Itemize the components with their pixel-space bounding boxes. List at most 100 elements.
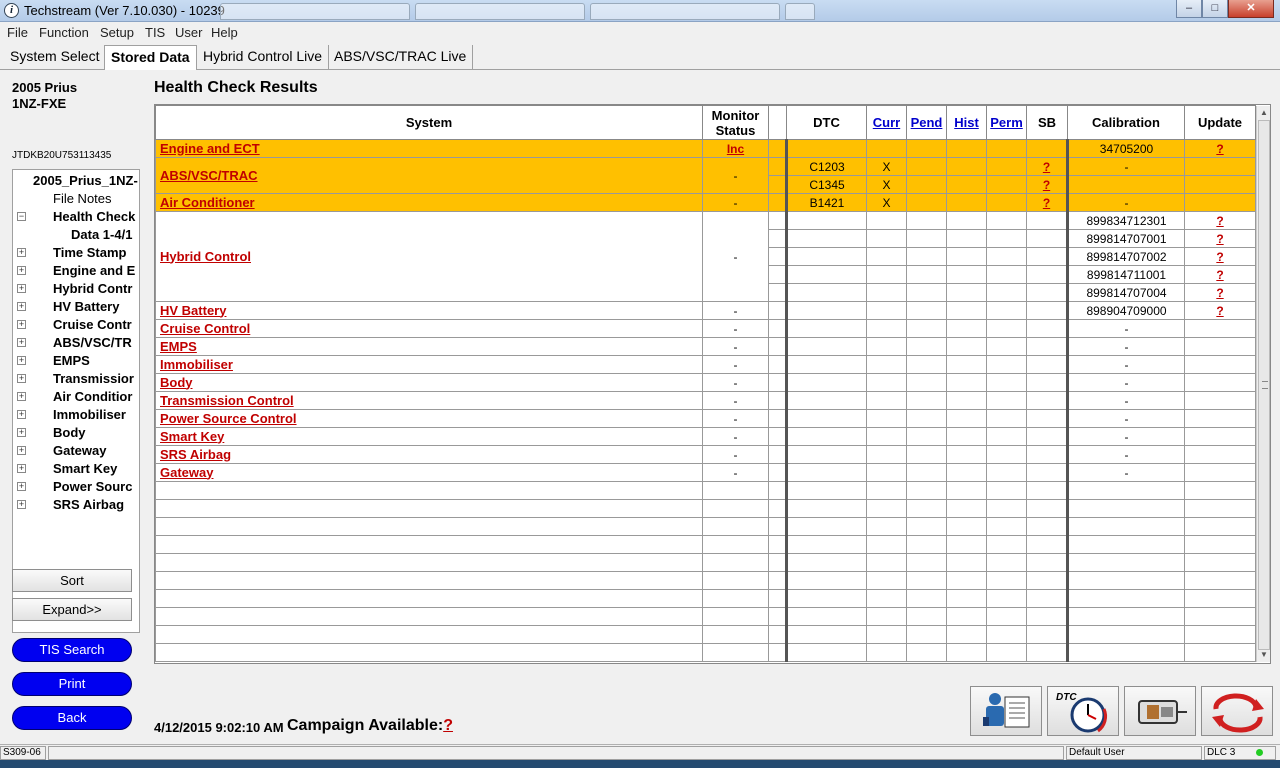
system-name-link[interactable]: ABS/VSC/TRAC: [155, 157, 703, 194]
engine-sensor-button[interactable]: [1124, 686, 1196, 736]
collapse-minus-icon[interactable]: −: [17, 212, 26, 221]
tree-item[interactable]: SRS Airbag: [53, 496, 124, 514]
expand-plus-icon[interactable]: +: [17, 500, 26, 509]
update-link[interactable]: ?: [1216, 250, 1223, 264]
expand-plus-icon[interactable]: +: [17, 284, 26, 293]
monitor-status-link[interactable]: Inc: [727, 142, 744, 156]
update-link[interactable]: ?: [1216, 214, 1223, 228]
system-name-link[interactable]: SRS Airbag: [155, 445, 703, 464]
tree-item[interactable]: Health Check: [53, 208, 135, 226]
expand-plus-icon[interactable]: +: [17, 392, 26, 401]
sb-cell: ?: [1026, 193, 1068, 212]
technician-report-button[interactable]: [970, 686, 1042, 736]
scroll-up-icon[interactable]: ▲: [1258, 106, 1270, 120]
tree-item[interactable]: File Notes: [53, 190, 112, 208]
tab-abs-vsc-trac-live[interactable]: ABS/VSC/TRAC Live: [328, 45, 474, 69]
tree-item[interactable]: Data 1-4/1: [71, 226, 132, 244]
close-button[interactable]: ✕: [1228, 0, 1274, 18]
back-button[interactable]: Back: [12, 706, 132, 730]
menu-function[interactable]: Function: [39, 25, 89, 40]
expand-plus-icon[interactable]: +: [17, 356, 26, 365]
expand-plus-icon[interactable]: +: [17, 338, 26, 347]
stored-data-tree[interactable]: 2005_Prius_1NZ- File Notes Health Check − Da…: [12, 169, 140, 633]
expand-plus-icon[interactable]: +: [17, 248, 26, 257]
menu-help[interactable]: Help: [211, 25, 238, 40]
empty-cell: [1066, 625, 1185, 644]
tree-item[interactable]: HV Battery: [53, 298, 119, 316]
tree-item[interactable]: Body: [53, 424, 86, 442]
expand-plus-icon[interactable]: +: [17, 482, 26, 491]
menu-tis[interactable]: TIS: [145, 25, 165, 40]
tree-item[interactable]: EMPS: [53, 352, 90, 370]
tree-item[interactable]: 2005_Prius_1NZ-: [33, 172, 138, 190]
system-name-link[interactable]: EMPS: [155, 337, 703, 356]
header-pend-link[interactable]: Pend: [906, 105, 947, 140]
system-name-link[interactable]: Cruise Control: [155, 319, 703, 338]
expand-plus-icon[interactable]: +: [17, 374, 26, 383]
system-name-link[interactable]: Body: [155, 373, 703, 392]
scroll-thumb[interactable]: [1258, 120, 1270, 650]
vertical-scrollbar[interactable]: ▲ ▼: [1256, 106, 1270, 662]
curr-cell: X: [866, 193, 907, 212]
update-link[interactable]: ?: [1216, 142, 1223, 156]
menu-user[interactable]: User: [175, 25, 202, 40]
tree-item[interactable]: ABS/VSC/TR: [53, 334, 132, 352]
update-link[interactable]: ?: [1216, 268, 1223, 282]
system-name-link[interactable]: Air Conditioner: [155, 193, 703, 212]
tree-item[interactable]: Cruise Contr: [53, 316, 132, 334]
system-name-link[interactable]: HV Battery: [155, 301, 703, 320]
system-name-link[interactable]: Engine and ECT: [155, 139, 703, 158]
scroll-down-icon[interactable]: ▼: [1258, 648, 1270, 662]
expand-button[interactable]: Expand>>: [12, 598, 132, 621]
empty-cell: [946, 643, 987, 662]
menu-setup[interactable]: Setup: [100, 25, 134, 40]
expand-plus-icon[interactable]: +: [17, 266, 26, 275]
tab-system-select[interactable]: System Select: [4, 45, 107, 69]
system-name-link[interactable]: Transmission Control: [155, 391, 703, 410]
tab-stored-data[interactable]: Stored Data: [104, 45, 197, 70]
system-name-link[interactable]: Hybrid Control: [155, 211, 703, 302]
system-name-link[interactable]: Immobiliser: [155, 355, 703, 374]
tree-item[interactable]: Hybrid Contr: [53, 280, 132, 298]
expand-plus-icon[interactable]: +: [17, 464, 26, 473]
header-curr-link[interactable]: Curr: [866, 105, 907, 140]
system-name-link[interactable]: Smart Key: [155, 427, 703, 446]
update-link[interactable]: ?: [1216, 286, 1223, 300]
header-perm-link[interactable]: Perm: [986, 105, 1027, 140]
update-link[interactable]: ?: [1216, 304, 1223, 318]
campaign-link[interactable]: ?: [443, 717, 453, 734]
tree-item[interactable]: Gateway: [53, 442, 106, 460]
expand-plus-icon[interactable]: +: [17, 302, 26, 311]
tree-item[interactable]: Air Conditior: [53, 388, 132, 406]
service-bulletin-link[interactable]: ?: [1043, 160, 1050, 174]
empty-cell: [1026, 589, 1068, 608]
print-button[interactable]: Print: [12, 672, 132, 696]
sort-button[interactable]: Sort: [12, 569, 132, 592]
header-hist-link[interactable]: Hist: [946, 105, 987, 140]
tree-item[interactable]: Transmissior: [53, 370, 134, 388]
maximize-button[interactable]: □: [1202, 0, 1228, 18]
tree-item[interactable]: Immobiliser: [53, 406, 126, 424]
pend-cell: [906, 373, 947, 392]
hist-cell: [946, 463, 987, 482]
expand-plus-icon[interactable]: +: [17, 446, 26, 455]
tree-item[interactable]: Smart Key: [53, 460, 117, 478]
minimize-button[interactable]: ‒: [1176, 0, 1202, 18]
system-name-link[interactable]: Power Source Control: [155, 409, 703, 428]
expand-plus-icon[interactable]: +: [17, 410, 26, 419]
update-link[interactable]: ?: [1216, 232, 1223, 246]
service-bulletin-link[interactable]: ?: [1043, 196, 1050, 210]
tab-hybrid-control-live[interactable]: Hybrid Control Live: [197, 45, 330, 69]
service-bulletin-link[interactable]: ?: [1043, 178, 1050, 192]
menu-file[interactable]: File: [7, 25, 28, 40]
tree-item[interactable]: Time Stamp: [53, 244, 126, 262]
tree-item[interactable]: Power Sourc: [53, 478, 132, 496]
refresh-button[interactable]: [1201, 686, 1273, 736]
dtc-timer-button[interactable]: DTC: [1047, 686, 1119, 736]
tree-item[interactable]: Engine and E: [53, 262, 135, 280]
expand-plus-icon[interactable]: +: [17, 428, 26, 437]
expand-plus-icon[interactable]: +: [17, 320, 26, 329]
system-name-link[interactable]: Gateway: [155, 463, 703, 482]
header-monitor-status: Monitor Status: [702, 105, 769, 140]
tis-search-button[interactable]: TIS Search: [12, 638, 132, 662]
